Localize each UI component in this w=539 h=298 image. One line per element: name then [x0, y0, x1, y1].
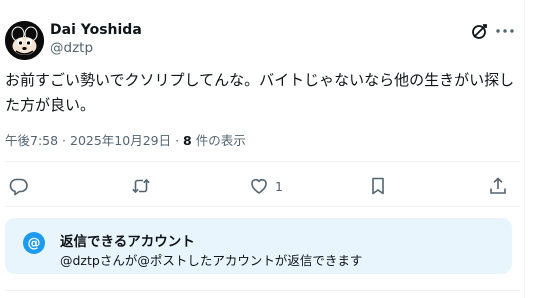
- grok-icon[interactable]: [470, 21, 490, 41]
- author-handle[interactable]: @dztp: [50, 40, 93, 56]
- post-detail: Dai Yoshida @dztp お前すごい勢いでクソリプしてんな。バイトじゃ…: [0, 0, 539, 298]
- reply-restriction-notice: @ 返信できるアカウント @dztpさんが@ポストしたアカウントが返信できます: [5, 218, 512, 274]
- divider-bottom: [5, 206, 520, 207]
- reply-button[interactable]: [9, 174, 35, 198]
- views-count: 8: [183, 133, 192, 148]
- more-icon[interactable]: [494, 20, 516, 42]
- reply-restriction-title: 返信できるアカウント: [60, 234, 195, 250]
- avatar-image: [5, 21, 44, 60]
- reply-restriction-description: @dztpさんが@ポストしたアカウントが返信できます: [60, 253, 363, 268]
- author-display-name[interactable]: Dai Yoshida: [50, 22, 142, 38]
- repost-icon: [132, 178, 150, 194]
- repost-button[interactable]: [131, 174, 157, 198]
- like-count: 1: [275, 178, 283, 194]
- like-button[interactable]: 1: [249, 174, 283, 198]
- bookmark-button[interactable]: [368, 174, 388, 198]
- post-meta: 午後7:58 · 2025年10月29日 · 8 件の表示: [5, 130, 246, 149]
- at-icon: @: [23, 232, 45, 254]
- column-border: [524, 0, 525, 298]
- reply-icon: [9, 178, 28, 196]
- post-text: お前すごい勢いでクソリプしてんな。バイトじゃないなら他の生きがい探した方が良い。: [5, 71, 515, 114]
- post-timestamp[interactable]: 午後7:58 · 2025年10月29日 ·: [5, 133, 183, 148]
- divider-footer: [5, 290, 520, 291]
- bookmark-icon: [372, 177, 384, 195]
- share-button[interactable]: [488, 174, 508, 198]
- like-icon: [251, 178, 267, 194]
- views-label: 件の表示: [191, 133, 246, 148]
- avatar[interactable]: [5, 21, 44, 60]
- divider-top: [5, 161, 520, 162]
- share-icon: [490, 177, 506, 194]
